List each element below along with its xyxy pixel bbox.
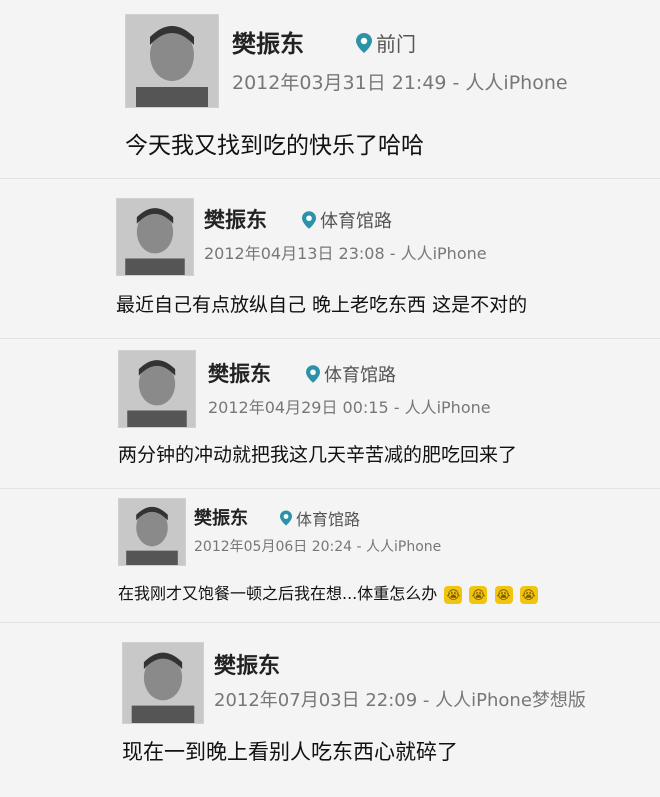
post-5: 樊振东 2012年07月03日 22:09 - 人人iPhone梦想版 现在一到… xyxy=(0,630,660,797)
crying-emoji-icon: 😭 xyxy=(469,585,488,604)
post-1: 樊振东 前门 2012年03月31日 21:49 - 人人iPhone 今天我又… xyxy=(0,0,660,165)
location-pin-icon xyxy=(280,510,292,526)
location-pin-icon xyxy=(356,32,372,53)
post-timestamp: 2012年04月29日 00:15 - 人人iPhone xyxy=(208,398,491,417)
avatar[interactable] xyxy=(116,198,194,276)
post-content: 在我刚才又饱餐一顿之后我在想...体重怎么办 😭 😭 😭 😭 xyxy=(118,580,538,604)
location-label: 体育馆路 xyxy=(324,365,396,386)
post-content: 现在一到晚上看别人吃东西心就碎了 xyxy=(122,740,458,764)
avatar-photo xyxy=(123,643,203,723)
author-name[interactable]: 樊振东 xyxy=(208,358,271,388)
post-timestamp: 2012年04月13日 23:08 - 人人iPhone xyxy=(204,244,487,263)
post-content-text: 在我刚才又饱餐一顿之后我在想...体重怎么办 xyxy=(118,584,438,603)
location-label: 体育馆路 xyxy=(320,211,392,232)
post-timestamp: 2012年05月06日 20:24 - 人人iPhone xyxy=(194,539,442,555)
location-tag[interactable]: 体育馆路 xyxy=(302,207,392,233)
location-label: 体育馆路 xyxy=(296,510,361,529)
location-pin-icon xyxy=(302,211,316,229)
post-2: 樊振东 体育馆路 2012年04月13日 23:08 - 人人iPhone 最近… xyxy=(0,190,660,330)
avatar[interactable] xyxy=(118,350,196,428)
divider xyxy=(0,622,660,623)
location-tag[interactable]: 前门 xyxy=(356,28,416,57)
location-tag[interactable]: 体育馆路 xyxy=(280,506,360,530)
location-pin-icon xyxy=(306,365,320,383)
divider xyxy=(0,338,660,339)
divider xyxy=(0,178,660,179)
post-3: 樊振东 体育馆路 2012年04月29日 00:15 - 人人iPhone 两分… xyxy=(0,344,660,484)
avatar[interactable] xyxy=(125,14,219,108)
post-4: 樊振东 体育馆路 2012年05月06日 20:24 - 人人iPhone 在我… xyxy=(0,492,660,622)
location-tag[interactable]: 体育馆路 xyxy=(306,361,396,387)
divider xyxy=(0,488,660,489)
crying-emoji-icon: 😭 xyxy=(494,585,513,604)
crying-emoji-icon: 😭 xyxy=(519,585,538,604)
post-content: 两分钟的冲动就把我这几天辛苦减的肥吃回来了 xyxy=(118,444,518,466)
avatar-photo xyxy=(119,499,185,565)
avatar[interactable] xyxy=(122,642,204,724)
author-name[interactable]: 樊振东 xyxy=(194,504,248,530)
avatar-photo xyxy=(117,199,193,275)
avatar-photo xyxy=(119,351,195,427)
author-name[interactable]: 樊振东 xyxy=(204,204,267,234)
post-timestamp: 2012年03月31日 21:49 - 人人iPhone xyxy=(232,72,568,94)
post-content: 最近自己有点放纵自己 晚上老吃东西 这是不对的 xyxy=(116,294,528,316)
post-timestamp: 2012年07月03日 22:09 - 人人iPhone梦想版 xyxy=(214,690,586,711)
crying-emoji-icon: 😭 xyxy=(444,585,463,604)
post-content: 今天我又找到吃的快乐了哈哈 xyxy=(125,133,424,159)
author-name[interactable]: 樊振东 xyxy=(232,24,304,59)
avatar[interactable] xyxy=(118,498,186,566)
author-name[interactable]: 樊振东 xyxy=(214,648,280,680)
location-label: 前门 xyxy=(376,32,416,56)
avatar-photo xyxy=(126,15,218,107)
